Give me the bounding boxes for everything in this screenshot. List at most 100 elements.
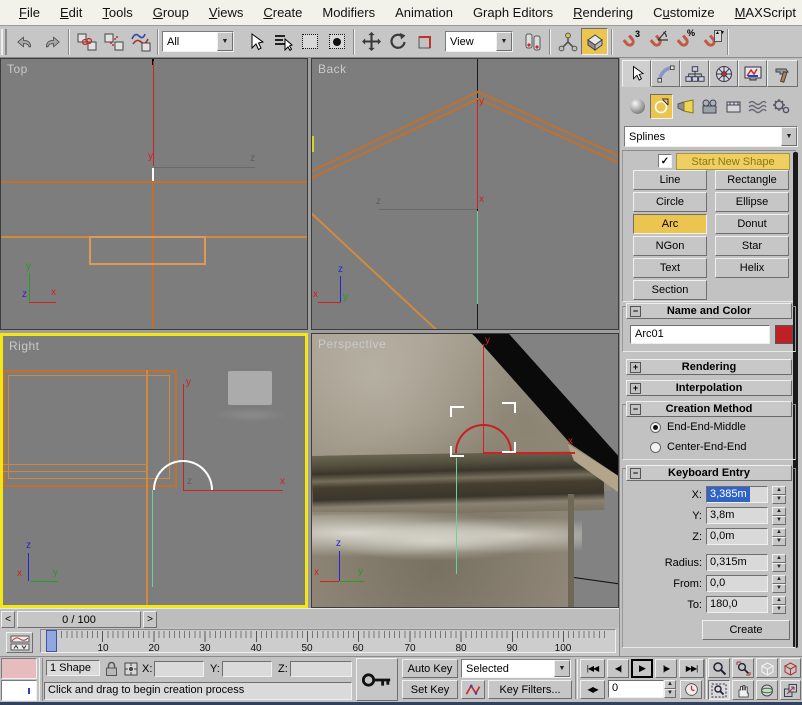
time-configuration-button[interactable]: [680, 680, 702, 699]
set-keys-button[interactable]: [356, 658, 398, 701]
menu-file[interactable]: File: [10, 1, 49, 24]
viewport-right[interactable]: Right y x z z x y: [0, 333, 308, 608]
maxscript-listener-pane[interactable]: [1, 680, 37, 701]
menu-views[interactable]: Views: [200, 1, 252, 24]
menu-graph-editors[interactable]: Graph Editors: [464, 1, 562, 24]
expand-icon[interactable]: +: [630, 362, 641, 373]
set-key-button[interactable]: Set Key: [402, 680, 458, 699]
current-frame-marker[interactable]: [46, 630, 57, 652]
select-and-move-button[interactable]: [358, 28, 385, 55]
track-bar-ruler[interactable]: 0 10 20 30 40 50 60 70 80 90 100: [40, 629, 616, 653]
radius-entry-spinner[interactable]: ▲▼: [772, 554, 786, 571]
menu-rendering[interactable]: Rendering: [564, 1, 642, 24]
interpolation-rollout-header[interactable]: + Interpolation: [626, 380, 792, 396]
maxscript-macro-recorder-pane[interactable]: [1, 658, 37, 679]
object-button-ellipse[interactable]: Ellipse: [715, 192, 789, 212]
selection-set-dropdown[interactable]: Selected ▼: [461, 659, 571, 678]
redo-button[interactable]: [38, 28, 65, 55]
selection-filter-dropdown[interactable]: All ▼: [162, 31, 234, 52]
undo-button[interactable]: [11, 28, 38, 55]
dropdown-arrow-icon[interactable]: ▼: [554, 660, 570, 677]
x-entry-field[interactable]: 3,385m: [706, 486, 768, 503]
absolute-offset-toggle[interactable]: [123, 661, 139, 677]
expand-icon[interactable]: +: [630, 383, 641, 394]
reference-coordsys-dropdown[interactable]: View ▼: [445, 31, 513, 52]
object-button-ngon[interactable]: NGon: [633, 236, 707, 256]
collapse-icon[interactable]: −: [630, 306, 641, 317]
dropdown-arrow-icon[interactable]: ▼: [496, 32, 512, 51]
category-shapes[interactable]: [650, 94, 673, 119]
angle-snap-toggle-button[interactable]: [643, 28, 670, 55]
next-frame-button[interactable]: |▶: [655, 659, 677, 678]
window-crossing-toggle-button[interactable]: [323, 28, 350, 55]
time-slider-next-button[interactable]: >: [143, 611, 157, 628]
select-and-manipulate-button[interactable]: [554, 28, 581, 55]
category-cameras[interactable]: [698, 94, 721, 119]
object-button-line[interactable]: Line: [633, 170, 707, 190]
play-button[interactable]: ▶: [631, 659, 653, 678]
auto-key-button[interactable]: Auto Key: [402, 659, 458, 678]
time-slider-handle[interactable]: 0 / 100: [17, 611, 141, 628]
zoom-button[interactable]: [708, 658, 730, 678]
tab-create[interactable]: [622, 60, 651, 87]
viewport-perspective-label[interactable]: Perspective: [318, 337, 386, 351]
to-entry-field[interactable]: 180,0: [706, 596, 768, 613]
category-space-warps[interactable]: [746, 94, 769, 119]
percent-snap-toggle-button[interactable]: %: [670, 28, 697, 55]
keyboard-override-toggle-button[interactable]: [581, 28, 608, 55]
radio-center-end-end[interactable]: Center-End-End: [650, 441, 747, 453]
start-new-shape-checkbox[interactable]: ✓: [658, 154, 672, 168]
menu-customize[interactable]: Customize: [644, 1, 723, 24]
object-button-text[interactable]: Text: [633, 258, 707, 278]
current-frame-field[interactable]: 0: [608, 680, 664, 698]
viewport-back[interactable]: Back y x z z x y: [311, 58, 619, 330]
object-button-helix[interactable]: Helix: [715, 258, 789, 278]
spinner-snap-toggle-button[interactable]: ▲▼: [697, 28, 724, 55]
x-entry-spinner[interactable]: ▲▼: [772, 486, 786, 503]
unlink-selection-button[interactable]: [100, 28, 127, 55]
tab-motion[interactable]: [709, 60, 738, 87]
object-button-donut[interactable]: Donut: [715, 214, 789, 234]
object-button-circle[interactable]: Circle: [633, 192, 707, 212]
radio-end-end-middle[interactable]: End-End-Middle: [650, 421, 746, 433]
z-coord-field[interactable]: [290, 661, 352, 677]
tab-utilities[interactable]: [767, 60, 798, 87]
default-tangent-button[interactable]: [461, 680, 485, 699]
key-mode-toggle-button[interactable]: ◀▶: [580, 680, 605, 699]
select-object-button[interactable]: [242, 28, 269, 55]
collapse-icon[interactable]: −: [630, 468, 641, 479]
zoom-all-button[interactable]: [732, 658, 754, 678]
select-and-rotate-button[interactable]: [385, 28, 412, 55]
select-by-name-button[interactable]: [269, 28, 296, 55]
key-filters-button[interactable]: Key Filters...: [488, 680, 572, 699]
collapse-icon[interactable]: −: [630, 404, 641, 415]
region-zoom-button[interactable]: [708, 680, 730, 700]
maximize-viewport-toggle-button[interactable]: [780, 680, 801, 700]
toolbar-drag-handle[interactable]: [1, 29, 7, 55]
pan-button[interactable]: [732, 680, 754, 700]
category-lights[interactable]: [674, 94, 697, 119]
viewport-top-label[interactable]: Top: [7, 62, 28, 76]
menu-group[interactable]: Group: [144, 1, 198, 24]
viewport-perspective[interactable]: Perspective y x z x y: [311, 333, 619, 608]
tab-display[interactable]: [738, 60, 767, 87]
object-button-rectangle[interactable]: Rectangle: [715, 170, 789, 190]
viewport-back-label[interactable]: Back: [318, 62, 347, 76]
bind-to-space-warp-button[interactable]: [127, 28, 154, 55]
y-entry-field[interactable]: 3,8m: [706, 507, 768, 524]
time-slider-prev-button[interactable]: <: [1, 611, 15, 628]
go-to-end-button[interactable]: ▶▶|: [679, 659, 704, 678]
x-coord-field[interactable]: [154, 661, 204, 677]
object-color-swatch[interactable]: [775, 325, 793, 344]
category-helpers[interactable]: [722, 94, 745, 119]
object-button-arc[interactable]: Arc: [633, 214, 707, 234]
z-entry-spinner[interactable]: ▲▼: [772, 528, 786, 545]
tab-hierarchy[interactable]: [680, 60, 709, 87]
arc-rotate-button[interactable]: [756, 680, 778, 700]
create-button[interactable]: Create: [702, 620, 790, 640]
menu-maxscript[interactable]: MAXScript: [726, 1, 802, 24]
pane-splitter[interactable]: [39, 658, 43, 701]
use-pivot-point-center-button[interactable]: [519, 28, 546, 55]
creation-method-rollout-header[interactable]: − Creation Method: [626, 401, 792, 417]
previous-frame-button[interactable]: ◀|: [607, 659, 629, 678]
